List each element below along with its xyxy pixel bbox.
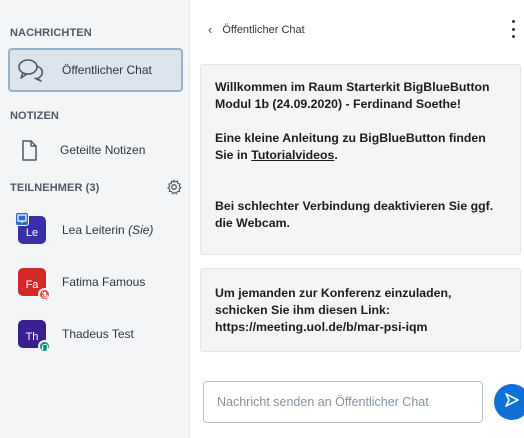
chat-title: Öffentlicher Chat [222,23,305,36]
muted-mic-icon [38,288,51,301]
welcome-line-1: Willkommen im Raum Starterkit BigBlueBut… [215,79,506,96]
participants-section-title: TEILNEHMER (3) [10,182,100,194]
presenter-icon [15,212,29,226]
user-name-text: Lea Leiterin [62,223,125,237]
dot [511,20,515,23]
messages-section-title: NACHRICHTEN [10,27,92,39]
tutorial-period: . [334,148,338,162]
chat-header: ‹ Öffentlicher Chat [190,0,524,64]
invite-message: Um jemanden zur Konferenz einzuladen, sc… [200,268,521,352]
dot [511,35,515,38]
avatar-initials: Th [25,331,39,343]
chat-message-input[interactable] [203,381,483,423]
sidebar-item-public-chat[interactable]: Öffentlicher Chat [8,48,183,92]
tutorial-line-2: Sie in Tutorialvideos. [215,147,506,164]
gear-icon[interactable] [166,179,182,195]
user-list-item[interactable]: Fa Fatima Famous [8,264,183,301]
sidebar: NACHRICHTEN Öffentlicher Chat NOTIZEN Ge… [0,0,190,438]
webcam-line-2: die Webcam. [215,216,290,230]
user-list-item[interactable]: Le Lea Leiterin (Sie) [8,212,183,248]
tutorial-line-1: Eine kleine Anleitung zu BigBlueButton f… [215,131,486,145]
avatar-initials: Le [25,227,39,239]
welcome-message: Willkommen im Raum Starterkit BigBlueBut… [200,64,521,255]
chevron-left-icon: ‹ [208,22,213,37]
avatar: Le [15,212,46,244]
send-button[interactable] [494,384,524,420]
notes-section-title: NOTIZEN [10,110,59,122]
send-arrow-icon [503,391,521,414]
shared-notes-label: Geteilte Notizen [60,143,146,157]
invite-link[interactable]: https://meeting.uol.de/b/mar-psi-iqm [215,319,506,336]
sidebar-item-shared-notes[interactable]: Geteilte Notizen [8,128,183,172]
avatar: Th [18,320,51,353]
you-label: (Sie) [128,223,154,237]
tutorial-videos-link[interactable]: Tutorialvideos [251,148,334,162]
invite-line-2: schicken Sie ihm diesen Link: [215,303,390,317]
chat-bubbles-icon [14,55,48,85]
more-options-icon[interactable] [508,20,518,38]
user-name: Fatima Famous [62,275,146,289]
user-name: Lea Leiterin (Sie) [62,223,153,237]
chat-panel: ‹ Öffentlicher Chat Willkommen im Raum S… [190,0,524,438]
dot [511,27,515,31]
invite-line-1: Um jemanden zur Konferenz einzuladen, [215,286,452,300]
welcome-line-2: Modul 1b (24.09.2020) - Ferdinand Soethe… [215,97,461,111]
user-list-item[interactable]: Th Thadeus Test [8,316,183,353]
avatar: Fa [18,268,51,301]
document-icon [12,135,46,165]
public-chat-label: Öffentlicher Chat [62,63,152,77]
back-button[interactable]: ‹ Öffentlicher Chat [208,22,305,37]
user-name: Thadeus Test [62,327,134,341]
welcome-text: Willkommen im Raum [215,80,347,94]
headphones-icon [38,340,51,353]
tutorial-text: Sie in [215,148,252,162]
room-name: Starterkit BigBlueButton [346,80,490,94]
avatar-initials: Fa [25,279,39,291]
webcam-line-1: Bei schlechter Verbindung deaktivieren S… [215,199,494,213]
